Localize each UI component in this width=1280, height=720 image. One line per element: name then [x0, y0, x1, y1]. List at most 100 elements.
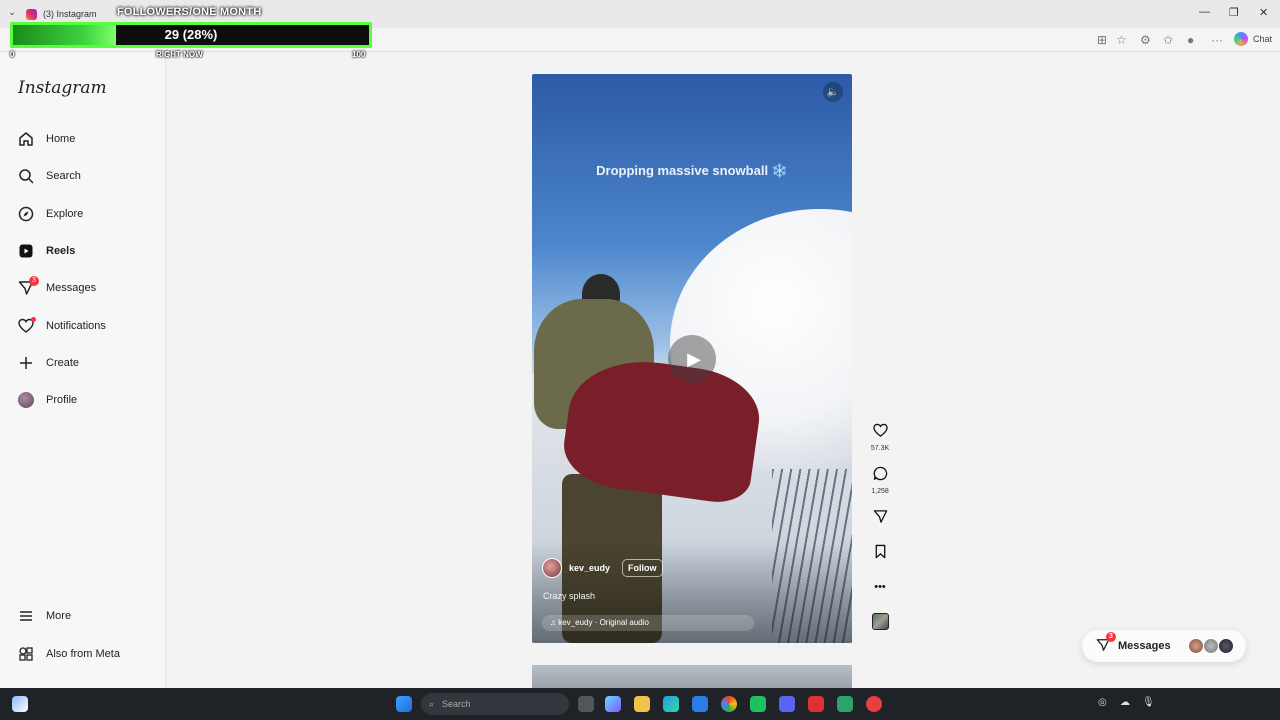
tray-circle-icon[interactable]: ◎	[1098, 697, 1107, 708]
like-button[interactable]: 57.3K	[866, 423, 894, 452]
edge-browser-icon[interactable]	[663, 696, 679, 712]
taskbar-search[interactable]: ⌕ Search	[421, 693, 569, 715]
sidebar-item-label: Profile	[46, 394, 78, 406]
reel-audio-link[interactable]: ♫ kev_eudy · Original audio	[542, 615, 754, 631]
reels-icon	[18, 243, 34, 259]
follower-goal-overlay: FOLLOWERS/ONE MONTH 29 (28%) 0 RIGHT NOW…	[8, 4, 376, 60]
follow-button[interactable]: Follow	[622, 559, 663, 577]
progress-min-label: 0	[10, 50, 15, 59]
more-options-button[interactable]: •••	[866, 578, 894, 596]
messenger-icon: 3	[18, 276, 39, 296]
contact-avatar	[1188, 638, 1204, 654]
split-screen-icon[interactable]: ⊞	[1097, 33, 1107, 47]
plus-icon	[18, 355, 34, 371]
store-icon[interactable]	[692, 696, 708, 712]
profile-icon[interactable]: ●	[1187, 33, 1194, 47]
share-button[interactable]	[866, 509, 894, 529]
favorites-icon[interactable]: ✩	[1163, 33, 1173, 47]
author-avatar[interactable]	[542, 558, 562, 578]
sidebar-item-label: Home	[46, 133, 76, 145]
reel-author: kev_eudy Follow	[542, 558, 663, 578]
instagram-logo[interactable]: Instagram	[18, 78, 107, 98]
restore-icon[interactable]: ❐	[1229, 6, 1239, 19]
save-button[interactable]	[866, 544, 894, 564]
task-view-icon[interactable]	[578, 696, 594, 712]
overlay-title: FOLLOWERS/ONE MONTH	[117, 6, 262, 18]
sidebar-item-reels[interactable]: Reels	[18, 239, 75, 263]
home-icon	[18, 131, 34, 147]
heart-icon	[18, 317, 36, 334]
chat-label: Chat	[1253, 34, 1273, 44]
follower-progress-value: 29 (28%)	[164, 27, 218, 42]
sidebar-item-label: Reels	[46, 245, 76, 257]
progress-max-label: 100	[352, 50, 366, 59]
kick-app-icon[interactable]	[750, 696, 766, 712]
sidebar-item-label: Search	[46, 170, 81, 182]
copilot-app-icon[interactable]	[605, 696, 621, 712]
messages-badge: 3	[29, 276, 39, 286]
red-app-icon[interactable]	[866, 696, 882, 712]
discord-icon[interactable]	[779, 696, 795, 712]
like-count: 57.3K	[870, 445, 890, 452]
youtube-icon[interactable]	[808, 696, 824, 712]
taskbar-search-placeholder: Search	[442, 699, 471, 709]
bookmark-icon	[866, 544, 894, 564]
speaker-icon: 🔈	[826, 86, 840, 98]
contact-avatar	[1218, 638, 1234, 654]
sidebar-item-explore[interactable]: Explore	[18, 202, 83, 226]
search-icon: ⌕	[429, 698, 435, 709]
sidebar-item-profile[interactable]: Profile	[18, 388, 77, 412]
search-icon	[18, 168, 34, 184]
progress-now-label: RIGHT NOW	[156, 50, 203, 59]
sidebar-item-label: More	[46, 610, 72, 622]
sidebar-item-search[interactable]: Search	[18, 164, 81, 188]
reel-video[interactable]: Dropping massive snowball ❄️ 🔈 ▶ kev_eud…	[532, 74, 852, 643]
copilot-chat-button[interactable]: Chat	[1234, 32, 1272, 46]
comment-count: 1,258	[871, 488, 889, 495]
play-icon: ▶	[687, 348, 701, 369]
sidebar-item-also-from-meta[interactable]: Also from Meta	[18, 642, 120, 666]
chrome-icon[interactable]	[721, 696, 737, 712]
reel-caption[interactable]: Crazy splash	[543, 591, 595, 601]
profile-avatar-wrap	[18, 392, 34, 408]
send-icon	[866, 509, 894, 529]
sidebar-item-more[interactable]: More	[18, 604, 71, 628]
extensions-icon[interactable]: ⚙	[1140, 33, 1151, 47]
green-app-icon[interactable]	[837, 696, 853, 712]
start-menu-icon[interactable]	[396, 696, 412, 712]
messenger-icon: 3	[1096, 631, 1116, 655]
minimize-icon[interactable]: —	[1199, 6, 1210, 18]
sidebar-item-label: Notifications	[46, 320, 106, 332]
avatar	[18, 392, 34, 408]
meta-apps-icon	[18, 646, 34, 662]
more-options-icon[interactable]: ···	[1211, 33, 1223, 47]
sidebar-item-create[interactable]: Create	[18, 351, 79, 375]
next-reel-preview[interactable]	[532, 665, 852, 688]
author-username[interactable]: kev_eudy	[569, 563, 610, 573]
close-icon[interactable]: ✕	[1259, 6, 1268, 19]
hamburger-menu-icon	[18, 608, 34, 624]
sidebar-item-label: Also from Meta	[46, 648, 120, 660]
sidebar-item-label: Messages	[46, 282, 97, 294]
notification-dot	[31, 317, 36, 322]
weather-widget-icon[interactable]	[12, 696, 28, 712]
sidebar-item-messages[interactable]: 3 Messages	[18, 276, 96, 300]
messages-pill-badge: 3	[1106, 631, 1116, 642]
file-explorer-icon[interactable]	[634, 696, 650, 712]
comment-icon	[866, 466, 894, 486]
compass-icon	[18, 206, 34, 222]
onedrive-icon[interactable]: ☁	[1120, 697, 1130, 708]
favorite-star-icon[interactable]: ☆	[1116, 33, 1127, 47]
microphone-icon[interactable]: 🎙	[1142, 697, 1155, 708]
mute-toggle-button[interactable]: 🔈	[823, 82, 843, 102]
ellipsis-icon: •••	[874, 581, 886, 593]
sidebar-item-home[interactable]: Home	[18, 127, 75, 151]
follower-progress-bar: 29 (28%)	[10, 22, 372, 48]
sidebar-item-label: Explore	[46, 208, 84, 220]
reel-overlay-text: Dropping massive snowball ❄️	[596, 163, 788, 178]
audio-thumbnail[interactable]	[872, 613, 889, 630]
contact-avatar	[1203, 638, 1219, 654]
play-button[interactable]: ▶	[668, 335, 716, 383]
comment-button[interactable]: 1,258	[866, 466, 894, 495]
sidebar-item-notifications[interactable]: Notifications	[18, 314, 106, 338]
